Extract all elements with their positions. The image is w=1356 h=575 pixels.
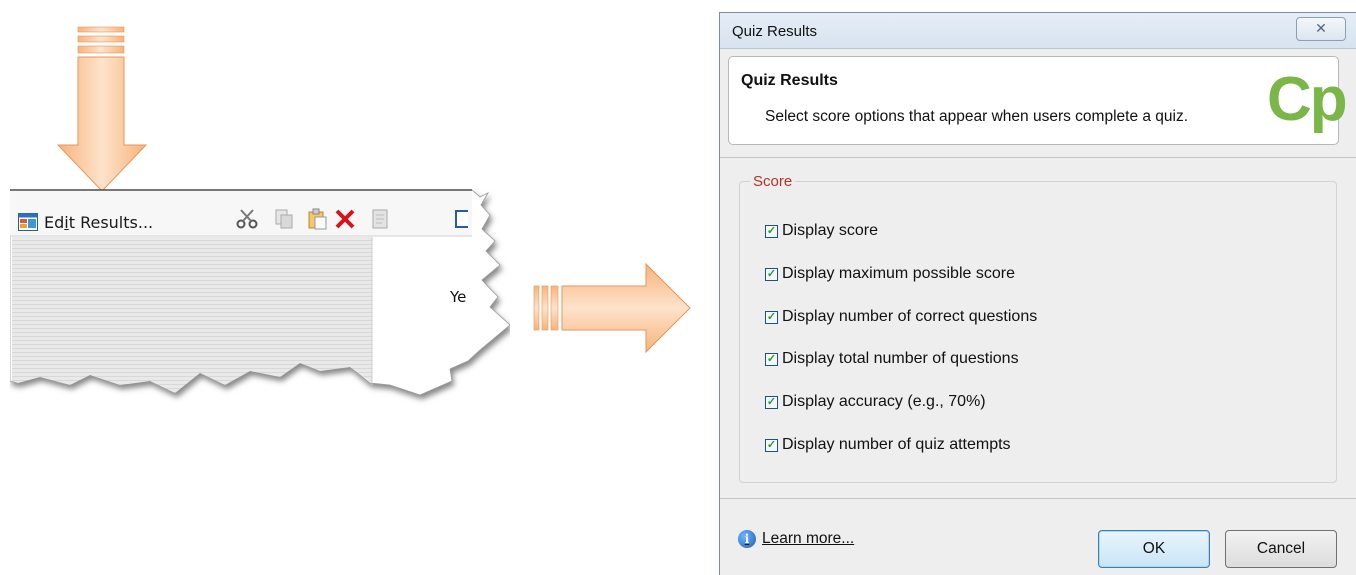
display-accuracy-checkbox[interactable]: ✓ Display accuracy (e.g., 70%)	[765, 393, 986, 411]
header-title: Quiz Results	[741, 72, 838, 89]
display-correct-questions-checkbox[interactable]: ✓ Display number of correct questions	[765, 308, 1037, 326]
cancel-label: Cancel	[1256, 540, 1306, 557]
divider	[720, 498, 1356, 499]
display-score-checkbox[interactable]: ✓ Display score	[765, 222, 878, 240]
info-icon: i	[738, 530, 756, 548]
cancel-button[interactable]: Cancel	[1225, 530, 1337, 568]
quiz-results-dialog: Quiz Results ✕ Quiz Results Select score…	[719, 12, 1356, 575]
dialog-titlebar: Quiz Results ✕	[720, 13, 1356, 49]
down-arrow-graphic	[56, 26, 148, 192]
divider	[720, 157, 1356, 158]
partial-icon[interactable]	[454, 207, 468, 231]
captivate-logo: Cp	[1267, 65, 1348, 134]
right-arrow-graphic	[533, 262, 691, 354]
score-group-label: Score	[750, 173, 796, 190]
score-group: Score ✓ Display score ✓ Display maximum …	[739, 173, 1337, 483]
dialog-header-panel: Quiz Results Select score options that a…	[728, 56, 1348, 145]
option-label: Display total number of questions	[782, 350, 1019, 367]
display-quiz-attempts-checkbox[interactable]: ✓ Display number of quiz attempts	[765, 436, 1011, 454]
ok-button[interactable]: OK	[1098, 530, 1210, 568]
checkbox-checked-icon[interactable]: ✓	[765, 438, 778, 452]
delete-icon[interactable]	[333, 207, 357, 231]
results-table-icon	[18, 213, 38, 231]
copy-icon[interactable]	[272, 207, 296, 231]
close-icon: ✕	[1315, 21, 1327, 37]
header-subtitle: Select score options that appear when us…	[765, 108, 1189, 125]
ok-label: OK	[1142, 540, 1166, 557]
checkbox-checked-icon[interactable]: ✓	[765, 352, 778, 366]
option-label: Display score	[782, 222, 879, 239]
cut-icon[interactable]	[235, 207, 259, 231]
display-max-score-checkbox[interactable]: ✓ Display maximum possible score	[765, 265, 1015, 283]
toolbar-row: Edit Results...	[18, 208, 153, 236]
learn-more-link[interactable]: i Learn more...	[738, 530, 854, 548]
option-label: Display number of correct questions	[782, 308, 1038, 325]
option-label: Display accuracy (e.g., 70%)	[782, 393, 986, 410]
close-button[interactable]: ✕	[1296, 17, 1346, 41]
checkbox-checked-icon[interactable]: ✓	[765, 395, 778, 409]
option-label: Display number of quiz attempts	[782, 436, 1011, 453]
truncated-canvas-text: Ye	[450, 288, 467, 306]
checkbox-checked-icon[interactable]: ✓	[765, 267, 778, 281]
window-title: Quiz Results	[732, 23, 818, 40]
paste-icon[interactable]	[305, 207, 329, 231]
learn-more-label: Learn more...	[762, 530, 855, 547]
edit-results-button[interactable]: Edit Results...	[18, 213, 153, 232]
checkbox-checked-icon[interactable]: ✓	[765, 224, 778, 238]
option-label: Display maximum possible score	[782, 265, 1015, 282]
checkbox-checked-icon[interactable]: ✓	[765, 310, 778, 324]
duplicate-icon[interactable]	[368, 207, 392, 231]
display-total-questions-checkbox[interactable]: ✓ Display total number of questions	[765, 350, 1019, 368]
edit-results-label: Edit Results...	[44, 212, 154, 232]
